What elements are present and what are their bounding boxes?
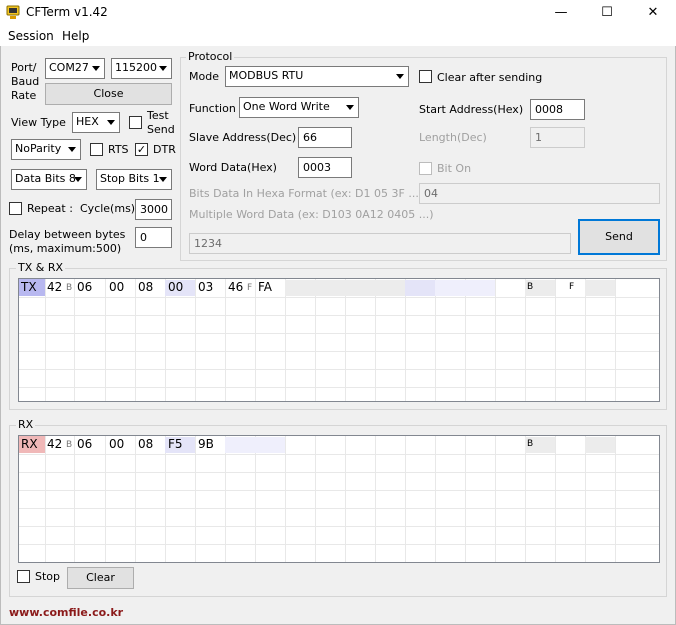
checkmark-icon: ✓ [136, 143, 147, 156]
tx-tag: TX [19, 279, 45, 296]
length-input: 1 [530, 127, 585, 148]
view-type-label: View Type [11, 116, 66, 129]
maximize-icon: ☐ [601, 5, 613, 20]
repeat-label: Repeat : [27, 202, 73, 215]
rx-ascii: B [527, 439, 534, 449]
close-icon: ✕ [647, 5, 659, 20]
tx-byte: 06 [77, 280, 93, 294]
rx-byte: F5 [168, 437, 183, 451]
app-icon [6, 5, 20, 20]
bit-on-label: Bit On [437, 162, 472, 175]
menu-bar [0, 26, 676, 46]
window-title: CFTerm v1.42 [26, 5, 108, 19]
clear-button[interactable]: Clear [67, 567, 134, 589]
chevron-down-icon [103, 114, 118, 131]
menu-session[interactable]: Session [8, 29, 54, 43]
chevron-down-icon [155, 60, 170, 77]
tx-byte: 46 [228, 280, 244, 294]
word-data-input[interactable]: 0003 [298, 157, 352, 178]
delay-input[interactable]: 0 [135, 227, 172, 248]
multi-word-input: 1234 [189, 233, 571, 254]
rx-tag: RX [19, 436, 45, 453]
baud-select[interactable]: 115200 [111, 58, 172, 79]
tx-byte: FA [258, 280, 273, 294]
rx-byte: 42 [47, 437, 63, 451]
bit-on-checkbox [419, 162, 432, 175]
stop-label: Stop [35, 570, 61, 583]
tx-ascii: F [247, 283, 253, 293]
stop-bits-select[interactable]: Stop Bits 1 [96, 169, 172, 190]
bits-data-label: Bits Data In Hexa Format (ex: D1 05 3F .… [189, 187, 424, 200]
chevron-down-icon [342, 99, 357, 116]
maximize-button[interactable]: ☐ [584, 0, 630, 26]
test-send-label: Test Send [147, 109, 175, 136]
bits-data-input: 04 [419, 183, 660, 204]
delay-label: Delay between bytes (ms, maximum:500) [9, 228, 126, 255]
multi-word-label: Multiple Word Data (ex: D103 0A12 0405 .… [189, 208, 434, 221]
rx-byte: 00 [109, 437, 125, 451]
menu-help[interactable]: Help [62, 29, 89, 43]
chevron-down-icon [70, 171, 85, 188]
txrx-group-title: TX & RX [16, 261, 66, 274]
tx-byte: 00 [109, 280, 125, 294]
rx-byte: 9B [198, 437, 214, 451]
protocol-group-title: Protocol [186, 50, 235, 63]
rts-checkbox[interactable] [90, 143, 103, 156]
dtr-label: DTR [153, 143, 176, 156]
port-baud-label: Port/ Baud Rate [11, 61, 40, 102]
mode-select[interactable]: MODBUS RTU [225, 66, 409, 87]
cycle-label: Cycle(ms) [80, 202, 136, 215]
parity-select[interactable]: NoParity [11, 139, 81, 160]
data-bits-select[interactable]: Data Bits 8 [11, 169, 87, 190]
dtr-checkbox[interactable]: ✓ [135, 143, 148, 156]
rx-grid[interactable]: RX 42 B 06 00 08 F5 9B B [18, 435, 660, 563]
chevron-down-icon [392, 68, 407, 85]
mode-label: Mode [189, 70, 219, 83]
chevron-down-icon [88, 60, 103, 77]
clear-after-sending-checkbox[interactable] [419, 70, 432, 83]
repeat-checkbox[interactable] [9, 202, 22, 215]
close-window-button[interactable]: ✕ [630, 0, 676, 26]
word-data-label: Word Data(Hex) [189, 161, 277, 174]
minimize-icon: — [554, 5, 568, 20]
rx-byte: 08 [138, 437, 154, 451]
port-select[interactable]: COM27 [45, 58, 105, 79]
rx-ascii: B [66, 440, 73, 450]
txrx-grid[interactable]: TX 42 B 06 00 08 00 03 46 F FA B F [18, 278, 660, 402]
slave-address-label: Slave Address(Dec) [189, 131, 297, 144]
view-type-select[interactable]: HEX [72, 112, 120, 133]
tx-byte: 42 [47, 280, 63, 294]
function-label: Function [189, 102, 236, 115]
rts-label: RTS [108, 143, 129, 156]
stop-checkbox[interactable] [17, 570, 30, 583]
slave-address-input[interactable]: 66 [298, 127, 352, 148]
chevron-down-icon [155, 171, 170, 188]
clear-after-sending-label: Clear after sending [437, 71, 543, 84]
tx-ascii: B [66, 283, 73, 293]
tx-ascii: F [569, 282, 575, 292]
start-address-label: Start Address(Hex) [419, 103, 524, 116]
minimize-button[interactable]: — [538, 0, 584, 26]
length-label: Length(Dec) [419, 131, 487, 144]
port-close-button[interactable]: Close [45, 83, 172, 105]
tx-byte: 03 [198, 280, 214, 294]
rx-group-title: RX [16, 418, 36, 431]
function-select[interactable]: One Word Write [239, 97, 359, 118]
chevron-down-icon [64, 141, 79, 158]
tx-ascii: B [527, 282, 534, 292]
rx-byte: 06 [77, 437, 93, 451]
test-send-checkbox[interactable] [129, 116, 142, 129]
footer-url[interactable]: www.comfile.co.kr [9, 606, 123, 619]
start-address-input[interactable]: 0008 [530, 99, 585, 120]
send-button[interactable]: Send [578, 219, 660, 255]
tx-byte: 00 [168, 280, 184, 294]
cycle-input[interactable]: 3000 [135, 199, 172, 220]
tx-byte: 08 [138, 280, 154, 294]
